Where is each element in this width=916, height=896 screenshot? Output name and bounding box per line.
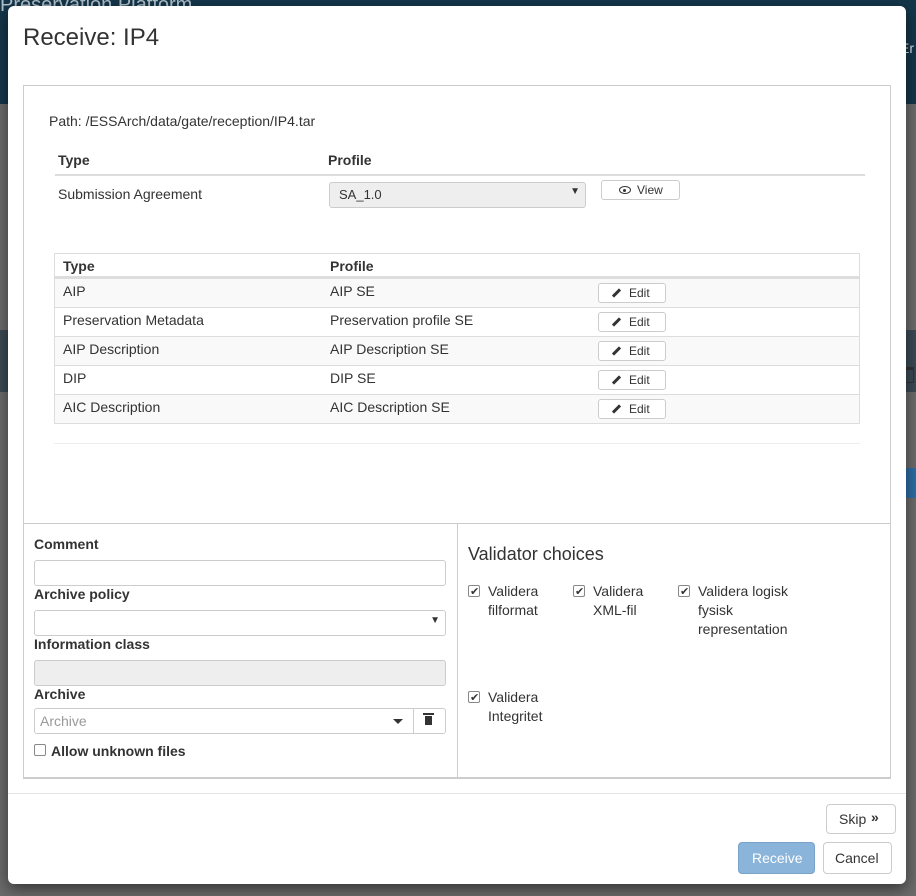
information-class-input (34, 660, 446, 686)
receive-button[interactable]: Receive (738, 842, 815, 874)
validator-panel: Validator choices Validera filformat Val… (457, 523, 891, 778)
pencil-icon (611, 346, 622, 356)
caret-down-icon (393, 719, 403, 724)
sa-header-type: Type (58, 152, 90, 168)
allow-unknown-checkbox[interactable] (34, 744, 46, 756)
edit-button[interactable]: Edit (598, 283, 666, 303)
row-type: AIC Description (63, 399, 161, 415)
information-class-label: Information class (34, 636, 150, 652)
archive-policy-select[interactable]: ▼ (34, 610, 446, 636)
trash-icon (423, 713, 434, 725)
archive-label: Archive (34, 686, 86, 702)
edit-button[interactable]: Edit (598, 370, 666, 390)
receive-form: Comment Archive policy ▼ Information cla… (23, 523, 458, 778)
table-row: AIC Description AIC Description SE Edit (55, 394, 859, 423)
validator-label: Validera XML-fil (593, 583, 644, 618)
table-row: Preservation Metadata Preservation profi… (55, 307, 859, 336)
pencil-icon (611, 404, 622, 414)
eye-icon (619, 186, 631, 194)
sa-select-value: SA_1.0 (339, 187, 382, 202)
sa-header-profile: Profile (328, 152, 372, 168)
validator-checkbox[interactable] (573, 583, 585, 602)
modal-footer-divider (8, 793, 906, 794)
table-row: AIP AIP SE Edit (55, 278, 859, 307)
validator-checkbox[interactable] (468, 583, 480, 602)
comment-label: Comment (34, 536, 99, 552)
allow-unknown-label: Allow unknown files (51, 743, 186, 759)
edit-button[interactable]: Edit (598, 312, 666, 332)
table-row: AIP Description AIP Description SE Edit (55, 336, 859, 365)
edit-button[interactable]: Edit (598, 341, 666, 361)
cancel-button-label: Cancel (835, 850, 879, 866)
view-button-label: View (637, 183, 663, 197)
pencil-icon (611, 288, 622, 298)
row-profile: AIP SE (330, 283, 375, 299)
archive-policy-label: Archive policy (34, 586, 130, 602)
edit-button-label: Edit (629, 344, 650, 358)
sa-table-header: Type Profile (55, 152, 865, 176)
caret-down-icon: ▼ (430, 615, 440, 626)
edit-button-label: Edit (629, 315, 650, 329)
sa-table: Type Profile Submission Agreement SA_1.0… (55, 152, 865, 216)
validator-label: Validera Integritet (488, 689, 543, 724)
edit-button-label: Edit (629, 286, 650, 300)
row-profile: AIP Description SE (330, 341, 449, 357)
skip-button[interactable]: Skip » (826, 804, 896, 834)
row-profile: Preservation profile SE (330, 312, 474, 328)
profile-header-type: Type (63, 258, 95, 274)
cancel-button[interactable]: Cancel (823, 842, 892, 874)
skip-button-label: Skip (839, 811, 867, 827)
clear-archive-button[interactable] (413, 708, 446, 734)
archive-select[interactable]: Archive (34, 708, 414, 734)
profile-table: Type Profile AIP AIP SE Edit Preservatio… (54, 253, 860, 424)
receive-modal: Receive: IP4 Path: /ESSArch/data/gate/re… (8, 6, 906, 884)
sa-type: Submission Agreement (58, 186, 202, 202)
comment-input[interactable] (34, 560, 446, 586)
row-type: AIP Description (63, 341, 160, 357)
table-row: DIP DIP SE Edit (55, 365, 859, 394)
caret-down-icon: ▼ (570, 186, 580, 197)
row-type: DIP (63, 370, 87, 386)
row-type: Preservation Metadata (63, 312, 204, 328)
edit-button[interactable]: Edit (598, 399, 666, 419)
pencil-icon (611, 375, 622, 385)
sa-select[interactable]: SA_1.0 ▼ (329, 182, 586, 208)
divider (54, 443, 860, 444)
archive-placeholder: Archive (40, 713, 87, 729)
modal-title: Receive: IP4 (23, 24, 160, 51)
view-button[interactable]: View (601, 180, 680, 200)
pencil-icon (611, 317, 622, 327)
validator-label: Validera logisk fysisk representation (698, 583, 789, 637)
path-text: Path: /ESSArch/data/gate/reception/IP4.t… (49, 113, 316, 129)
validator-checkbox[interactable] (468, 689, 480, 708)
validator-label: Validera filformat (488, 583, 539, 618)
receive-button-label: Receive (752, 850, 803, 866)
edit-button-label: Edit (629, 373, 650, 387)
row-profile: AIC Description SE (330, 399, 450, 415)
validator-checkbox[interactable] (678, 583, 690, 602)
edit-button-label: Edit (629, 402, 650, 416)
validator-title: Validator choices (468, 544, 604, 564)
profile-header-profile: Profile (330, 258, 374, 274)
row-profile: DIP SE (330, 370, 376, 386)
sa-row: Submission Agreement SA_1.0 ▼ View (55, 176, 865, 216)
row-type: AIP (63, 283, 86, 299)
profile-table-header: Type Profile (55, 254, 859, 278)
double-chevron-right-icon: » (871, 809, 879, 825)
